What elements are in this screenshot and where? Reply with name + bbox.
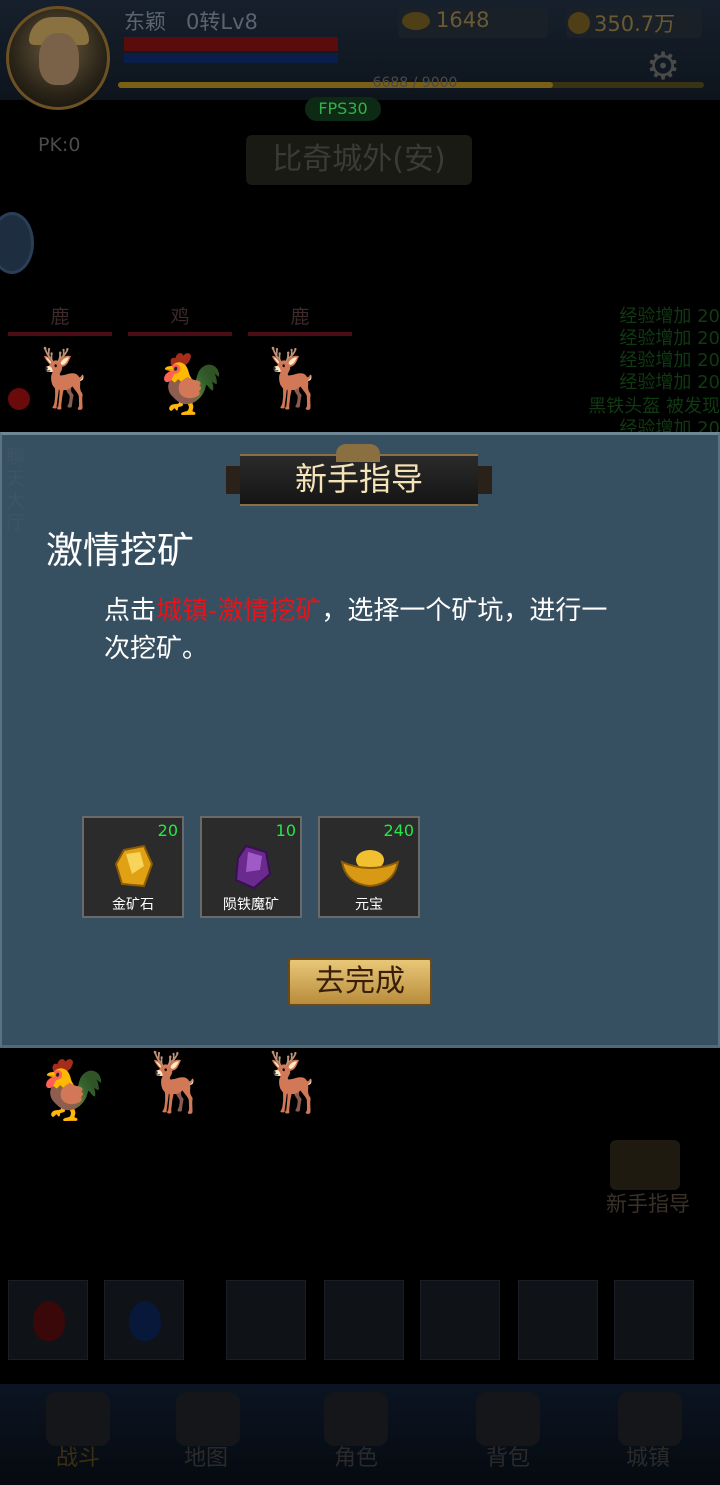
character-icon <box>324 1392 388 1446</box>
deer-silhouette[interactable]: 🦌 <box>30 344 102 413</box>
nav-tab-map[interactable]: 地图 <box>146 1440 266 1472</box>
deer-silhouette[interactable]: 🦌 <box>258 344 330 413</box>
ingot-icon <box>340 850 400 888</box>
gold-ore-icon <box>114 844 154 888</box>
coin-icon <box>568 12 590 34</box>
system-log-line: 经验增加 20 <box>619 372 720 393</box>
newbie-guide-shortcut[interactable]: 新手指导 <box>606 1188 690 1218</box>
player-avatar[interactable] <box>6 6 110 110</box>
enemy-hp-bar <box>248 332 352 336</box>
mp-bar <box>124 53 338 63</box>
newbie-guide-chest-icon[interactable] <box>610 1140 680 1190</box>
dialog-title: 新手指导 <box>294 460 423 498</box>
reward-count: 240 <box>383 821 414 840</box>
pk-value: PK:0 <box>38 134 81 156</box>
deer-silhouette[interactable]: 🦌 <box>140 1048 212 1117</box>
chicken-silhouette[interactable]: 🐓 <box>154 350 226 419</box>
skill-slot[interactable] <box>324 1280 404 1360</box>
battle-icon <box>46 1392 110 1446</box>
mp-potion-slot[interactable] <box>104 1280 184 1360</box>
enemy-hp-bar <box>8 332 112 336</box>
exp-text: 6688 / 9000 <box>372 75 458 91</box>
bag-icon <box>476 1392 540 1446</box>
nav-tab-bag[interactable]: 背包 <box>448 1440 568 1472</box>
map-icon <box>176 1392 240 1446</box>
quest-description: 点击城镇-激情挖矿，选择一个矿坑，进行一次挖矿。 <box>104 596 608 664</box>
reward-name: 元宝 <box>355 897 383 913</box>
map-name: 比奇城外(安) <box>246 135 472 185</box>
reward-count: 10 <box>275 821 296 840</box>
skill-slot[interactable] <box>614 1280 694 1360</box>
side-round-button[interactable] <box>0 212 34 274</box>
reward-item-ingot[interactable]: 240 元宝 <box>318 816 420 918</box>
side-chat-tab[interactable]: 聊天大厅 <box>6 446 28 534</box>
skill-slot[interactable] <box>420 1280 500 1360</box>
enemy-label: 鸡 <box>170 306 190 328</box>
player-name-level: 东颖 0转Lv8 <box>124 10 258 34</box>
reward-name: 陨铁魔矿 <box>223 897 279 913</box>
quest-title: 激情挖矿 <box>46 529 194 572</box>
reward-item-purple-ore[interactable]: 10 陨铁魔矿 <box>200 816 302 918</box>
ingot-amount: 1648 <box>436 8 490 32</box>
purple-ore-icon <box>234 844 272 890</box>
settings-gear-icon[interactable]: ⚙ <box>646 44 680 88</box>
nav-tab-town[interactable]: 城镇 <box>588 1440 708 1472</box>
go-complete-button[interactable]: 去完成 <box>288 958 432 1006</box>
coin-amount: 350.7万 <box>594 12 676 36</box>
enemy-label: 鹿 <box>290 306 310 328</box>
hp-potion-slot[interactable] <box>8 1280 88 1360</box>
skill-slot[interactable] <box>518 1280 598 1360</box>
fps-counter: FPS30 <box>305 97 381 121</box>
nav-tab-character[interactable]: 角色 <box>296 1440 416 1472</box>
town-icon <box>618 1392 682 1446</box>
reward-count: 20 <box>157 821 178 840</box>
hp-bar <box>124 37 338 51</box>
chicken-silhouette[interactable]: 🐓 <box>36 1056 108 1125</box>
red-alert-dot <box>8 388 30 410</box>
nav-tab-battle[interactable]: 战斗 <box>18 1440 138 1472</box>
skill-slot[interactable] <box>226 1280 306 1360</box>
reward-name: 金矿石 <box>112 897 154 913</box>
quest-highlight: 城镇-激情挖矿 <box>156 596 322 626</box>
enemy-label: 鹿 <box>50 306 70 328</box>
reward-item-gold-ore[interactable]: 20 金矿石 <box>82 816 184 918</box>
deer-silhouette[interactable]: 🦌 <box>258 1048 330 1117</box>
enemy-hp-bar <box>128 332 232 336</box>
ingot-icon <box>402 12 430 30</box>
